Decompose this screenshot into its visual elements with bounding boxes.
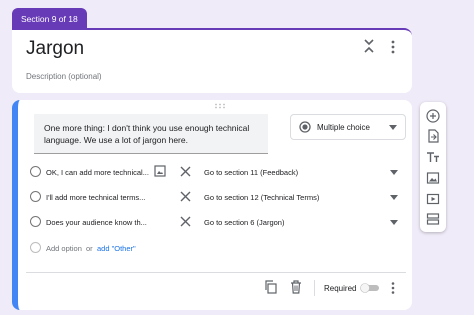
add-image-icon[interactable] — [426, 171, 440, 185]
section-more-icon[interactable] — [388, 39, 398, 55]
add-option-button[interactable]: Add option — [46, 244, 82, 253]
option-row: I'll add more technical terms... Go to s… — [26, 187, 406, 207]
remove-option-icon[interactable] — [180, 216, 191, 227]
section-header-card: Jargon Description (optional) — [12, 28, 412, 93]
remove-option-icon[interactable] — [180, 191, 191, 202]
question-card: One more thing: I don't think you use en… — [12, 100, 412, 310]
goto-section-select[interactable]: Go to section 11 (Feedback) — [204, 168, 298, 177]
option-radio — [30, 166, 41, 177]
required-toggle[interactable] — [360, 283, 380, 293]
required-label: Required — [324, 284, 357, 293]
import-questions-icon[interactable] — [426, 129, 440, 143]
add-other-link[interactable]: add "Other" — [97, 244, 136, 253]
section-title[interactable]: Jargon — [26, 38, 84, 60]
question-text-input[interactable]: One more thing: I don't think you use en… — [34, 114, 268, 154]
option-row: Does your audience know th... Go to sect… — [26, 212, 406, 232]
option-radio — [30, 242, 41, 253]
remove-option-icon[interactable] — [180, 166, 191, 177]
add-video-icon[interactable] — [426, 192, 440, 206]
footer-divider — [26, 272, 406, 273]
section-badge: Section 9 of 18 — [12, 8, 87, 30]
option-label-input[interactable]: I'll add more technical terms... — [46, 193, 152, 202]
add-question-icon[interactable] — [426, 109, 440, 123]
drag-handle-icon[interactable] — [214, 103, 226, 109]
option-radio — [30, 191, 41, 202]
add-section-icon[interactable] — [426, 212, 440, 226]
radio-button-icon — [299, 121, 311, 133]
section-description-field[interactable]: Description (optional) — [26, 72, 102, 81]
goto-section-select[interactable]: Go to section 12 (Technical Terms) — [204, 193, 319, 202]
option-radio — [30, 216, 41, 227]
caret-down-icon[interactable] — [390, 170, 398, 175]
goto-section-select[interactable]: Go to section 6 (Jargon) — [204, 218, 284, 227]
duplicate-icon[interactable] — [264, 280, 277, 294]
footer-vertical-divider — [314, 280, 315, 296]
delete-icon[interactable] — [290, 280, 302, 294]
question-more-icon[interactable] — [390, 281, 396, 295]
or-text: or — [86, 244, 93, 253]
option-row: OK, I can add more technical... Go to se… — [26, 162, 406, 182]
caret-down-icon[interactable] — [390, 195, 398, 200]
add-title-icon[interactable] — [426, 150, 440, 164]
question-type-label: Multiple choice — [317, 123, 370, 132]
option-label-input[interactable]: OK, I can add more technical... — [46, 168, 152, 177]
option-label-input[interactable]: Does your audience know th... — [46, 218, 152, 227]
collapse-section-icon[interactable] — [362, 38, 376, 54]
add-image-icon[interactable] — [154, 165, 166, 177]
caret-down-icon[interactable] — [390, 220, 398, 225]
caret-down-icon — [389, 125, 397, 130]
side-toolbar — [420, 102, 446, 232]
add-option-row: Add option or add "Other" — [26, 238, 406, 258]
question-type-dropdown[interactable]: Multiple choice — [290, 114, 406, 140]
